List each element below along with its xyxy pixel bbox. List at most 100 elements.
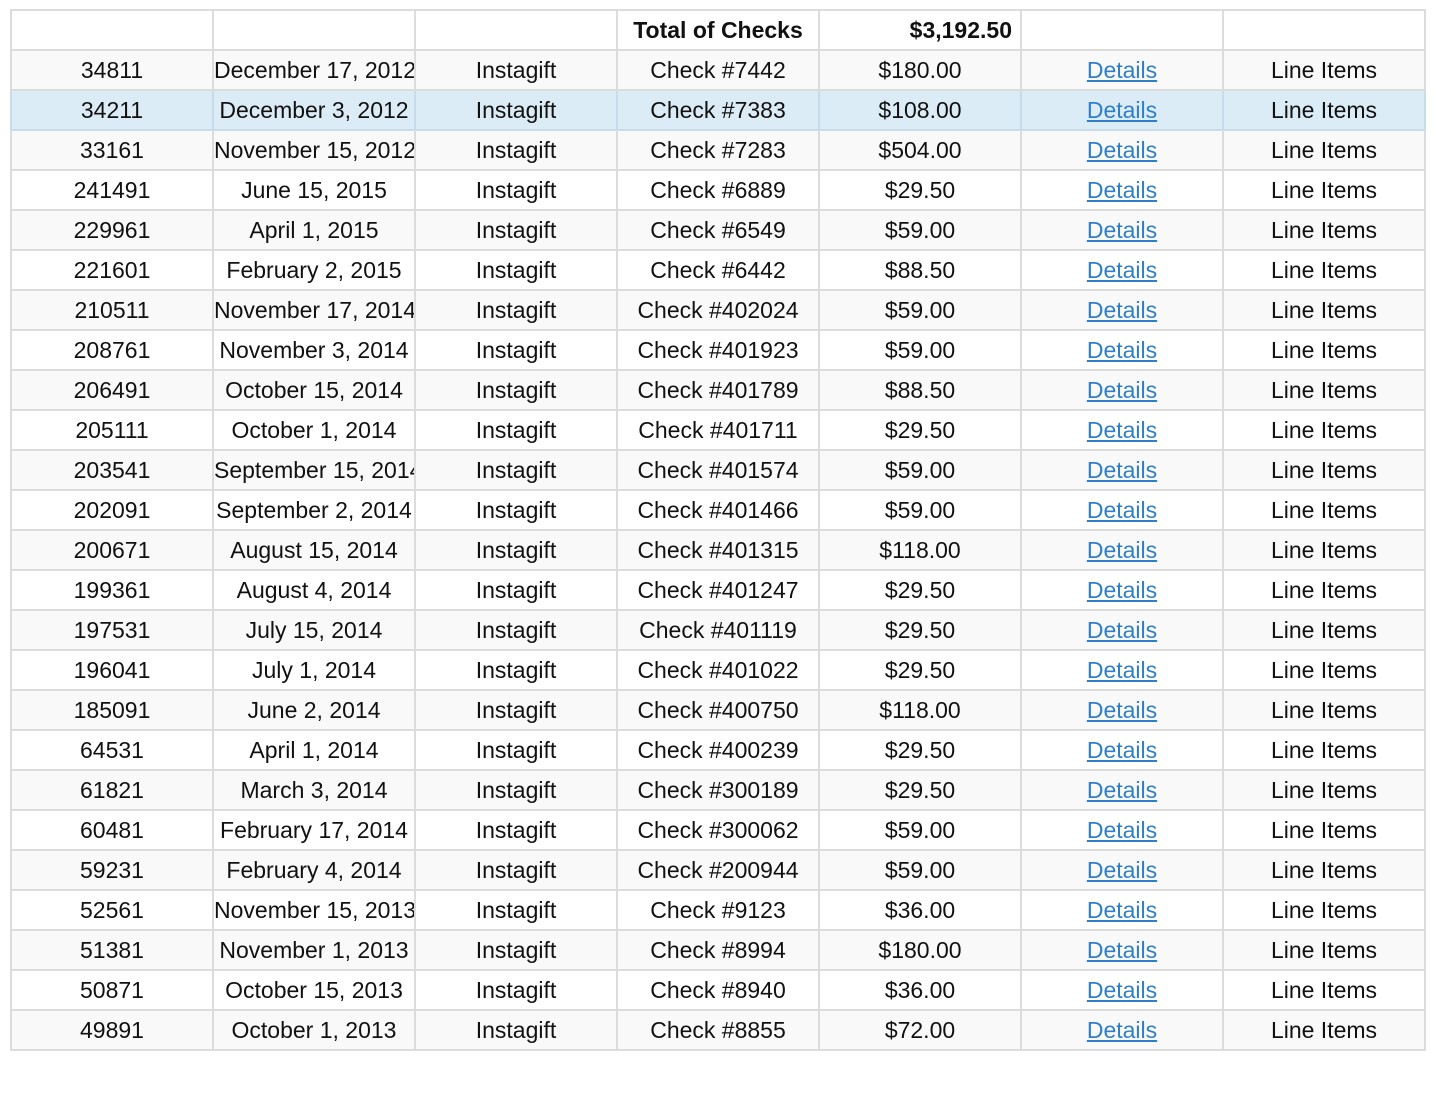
line-items-link[interactable]: Line Items xyxy=(1271,497,1377,523)
details-link[interactable]: Details xyxy=(1087,697,1157,723)
table-row[interactable]: 197531 July 15, 2014 Instagift Check #40111… xyxy=(10,609,1426,651)
line-items-link[interactable]: Line Items xyxy=(1271,937,1377,963)
table-row[interactable]: 51381 November 1, 2013 Instagift Check #899… xyxy=(10,929,1426,971)
line-items-link[interactable]: Line Items xyxy=(1271,577,1377,603)
details-link[interactable]: Details xyxy=(1087,377,1157,403)
table-row[interactable]: 61821 March 3, 2014 Instagift Check #300189… xyxy=(10,769,1426,811)
details-link[interactable]: Details xyxy=(1087,57,1157,83)
table-row[interactable]: 34811 December 17, 2012 Instagift Check #74… xyxy=(10,49,1426,91)
details-link[interactable]: Details xyxy=(1087,657,1157,683)
checks-table-body: Total of Checks $3,192.50 34811 December … xyxy=(10,9,1426,1051)
details-link[interactable]: Details xyxy=(1087,217,1157,243)
line-items-link[interactable]: Line Items xyxy=(1271,697,1377,723)
details-link[interactable]: Details xyxy=(1087,537,1157,563)
line-items-link[interactable]: Line Items xyxy=(1271,377,1377,403)
details-cell: Details xyxy=(1020,249,1224,291)
date-cell: July 15, 2014 xyxy=(212,609,416,651)
line-items-link[interactable]: Line Items xyxy=(1271,57,1377,83)
table-row[interactable]: 221601 February 2, 2015 Instagift Check #64… xyxy=(10,249,1426,291)
line-items-link[interactable]: Line Items xyxy=(1271,897,1377,923)
vendor-cell: Instagift xyxy=(414,969,618,1011)
table-row[interactable]: 203541 September 15, 2014 Instagift Check #… xyxy=(10,449,1426,491)
table-row[interactable]: 50871 October 15, 2013 Instagift Check #894… xyxy=(10,969,1426,1011)
amount-cell: $29.50 xyxy=(818,609,1022,651)
details-link[interactable]: Details xyxy=(1087,617,1157,643)
details-link[interactable]: Details xyxy=(1087,737,1157,763)
line-items-link[interactable]: Line Items xyxy=(1271,657,1377,683)
table-row[interactable]: 202091 September 2, 2014 Instagift Check #4… xyxy=(10,489,1426,531)
amount-cell: $29.50 xyxy=(818,569,1022,611)
line-items-link[interactable]: Line Items xyxy=(1271,297,1377,323)
line-items-link[interactable]: Line Items xyxy=(1271,817,1377,843)
details-link[interactable]: Details xyxy=(1087,777,1157,803)
line-items-link[interactable]: Line Items xyxy=(1271,857,1377,883)
details-link[interactable]: Details xyxy=(1087,97,1157,123)
amount-cell: $59.00 xyxy=(818,809,1022,851)
details-link[interactable]: Details xyxy=(1087,1017,1157,1043)
line-items-link[interactable]: Line Items xyxy=(1271,337,1377,363)
table-row[interactable]: 49891 October 1, 2013 Instagift Check #8855… xyxy=(10,1009,1426,1051)
line-items-link[interactable]: Line Items xyxy=(1271,137,1377,163)
table-row[interactable]: 210511 November 17, 2014 Instagift Check #4… xyxy=(10,289,1426,331)
details-link[interactable]: Details xyxy=(1087,297,1157,323)
amount-cell: $88.50 xyxy=(818,369,1022,411)
details-link[interactable]: Details xyxy=(1087,177,1157,203)
details-link[interactable]: Details xyxy=(1087,457,1157,483)
details-link[interactable]: Details xyxy=(1087,977,1157,1003)
check-number-cell: Check #400750 xyxy=(616,689,820,731)
table-row[interactable]: 196041 July 1, 2014 Instagift Check #401022… xyxy=(10,649,1426,691)
table-row[interactable]: 60481 February 17, 2014 Instagift Check #30… xyxy=(10,809,1426,851)
line-items-link[interactable]: Line Items xyxy=(1271,617,1377,643)
date-cell: June 15, 2015 xyxy=(212,169,416,211)
table-row[interactable]: 34211 December 3, 2012 Instagift Check #738… xyxy=(10,89,1426,131)
checks-table: Total of Checks $3,192.50 34811 December … xyxy=(10,9,1426,1051)
details-link[interactable]: Details xyxy=(1087,817,1157,843)
line-items-cell: Line Items xyxy=(1222,769,1426,811)
details-link[interactable]: Details xyxy=(1087,577,1157,603)
details-link[interactable]: Details xyxy=(1087,497,1157,523)
details-cell: Details xyxy=(1020,769,1224,811)
check-id-cell: 64531 xyxy=(10,729,214,771)
table-row[interactable]: 59231 February 4, 2014 Instagift Check #200… xyxy=(10,849,1426,891)
table-row[interactable]: 199361 August 4, 2014 Instagift Check #4012… xyxy=(10,569,1426,611)
table-row[interactable]: 185091 June 2, 2014 Instagift Check #400750… xyxy=(10,689,1426,731)
table-row[interactable]: 208761 November 3, 2014 Instagift Check #40… xyxy=(10,329,1426,371)
line-items-link[interactable]: Line Items xyxy=(1271,977,1377,1003)
details-link[interactable]: Details xyxy=(1087,857,1157,883)
details-cell: Details xyxy=(1020,729,1224,771)
check-number-cell: Check #401574 xyxy=(616,449,820,491)
check-id-cell: 197531 xyxy=(10,609,214,651)
details-link[interactable]: Details xyxy=(1087,337,1157,363)
line-items-link[interactable]: Line Items xyxy=(1271,257,1377,283)
line-items-link[interactable]: Line Items xyxy=(1271,537,1377,563)
amount-cell: $88.50 xyxy=(818,249,1022,291)
line-items-link[interactable]: Line Items xyxy=(1271,217,1377,243)
line-items-link[interactable]: Line Items xyxy=(1271,737,1377,763)
check-id-cell: 185091 xyxy=(10,689,214,731)
vendor-cell: Instagift xyxy=(414,609,618,651)
details-link[interactable]: Details xyxy=(1087,137,1157,163)
table-row[interactable]: 229961 April 1, 2015 Instagift Check #6549 $… xyxy=(10,209,1426,251)
details-link[interactable]: Details xyxy=(1087,257,1157,283)
table-row[interactable]: 206491 October 15, 2014 Instagift Check #40… xyxy=(10,369,1426,411)
table-row[interactable]: 33161 November 15, 2012 Instagift Check #72… xyxy=(10,129,1426,171)
details-link[interactable]: Details xyxy=(1087,937,1157,963)
line-items-link[interactable]: Line Items xyxy=(1271,97,1377,123)
date-cell: September 2, 2014 xyxy=(212,489,416,531)
details-link[interactable]: Details xyxy=(1087,897,1157,923)
line-items-cell: Line Items xyxy=(1222,369,1426,411)
details-link[interactable]: Details xyxy=(1087,417,1157,443)
line-items-link[interactable]: Line Items xyxy=(1271,177,1377,203)
table-row[interactable]: 64531 April 1, 2014 Instagift Check #400239… xyxy=(10,729,1426,771)
line-items-link[interactable]: Line Items xyxy=(1271,417,1377,443)
line-items-link[interactable]: Line Items xyxy=(1271,777,1377,803)
line-items-link[interactable]: Line Items xyxy=(1271,457,1377,483)
table-row[interactable]: 205111 October 1, 2014 Instagift Check #401… xyxy=(10,409,1426,451)
table-row[interactable]: 52561 November 15, 2013 Instagift Check #91… xyxy=(10,889,1426,931)
table-row[interactable]: 200671 August 15, 2014 Instagift Check #401… xyxy=(10,529,1426,571)
details-cell: Details xyxy=(1020,89,1224,131)
empty-header-cell xyxy=(414,9,618,51)
check-number-cell: Check #7283 xyxy=(616,129,820,171)
table-row[interactable]: 241491 June 15, 2015 Instagift Check #6889 $… xyxy=(10,169,1426,211)
line-items-link[interactable]: Line Items xyxy=(1271,1017,1377,1043)
